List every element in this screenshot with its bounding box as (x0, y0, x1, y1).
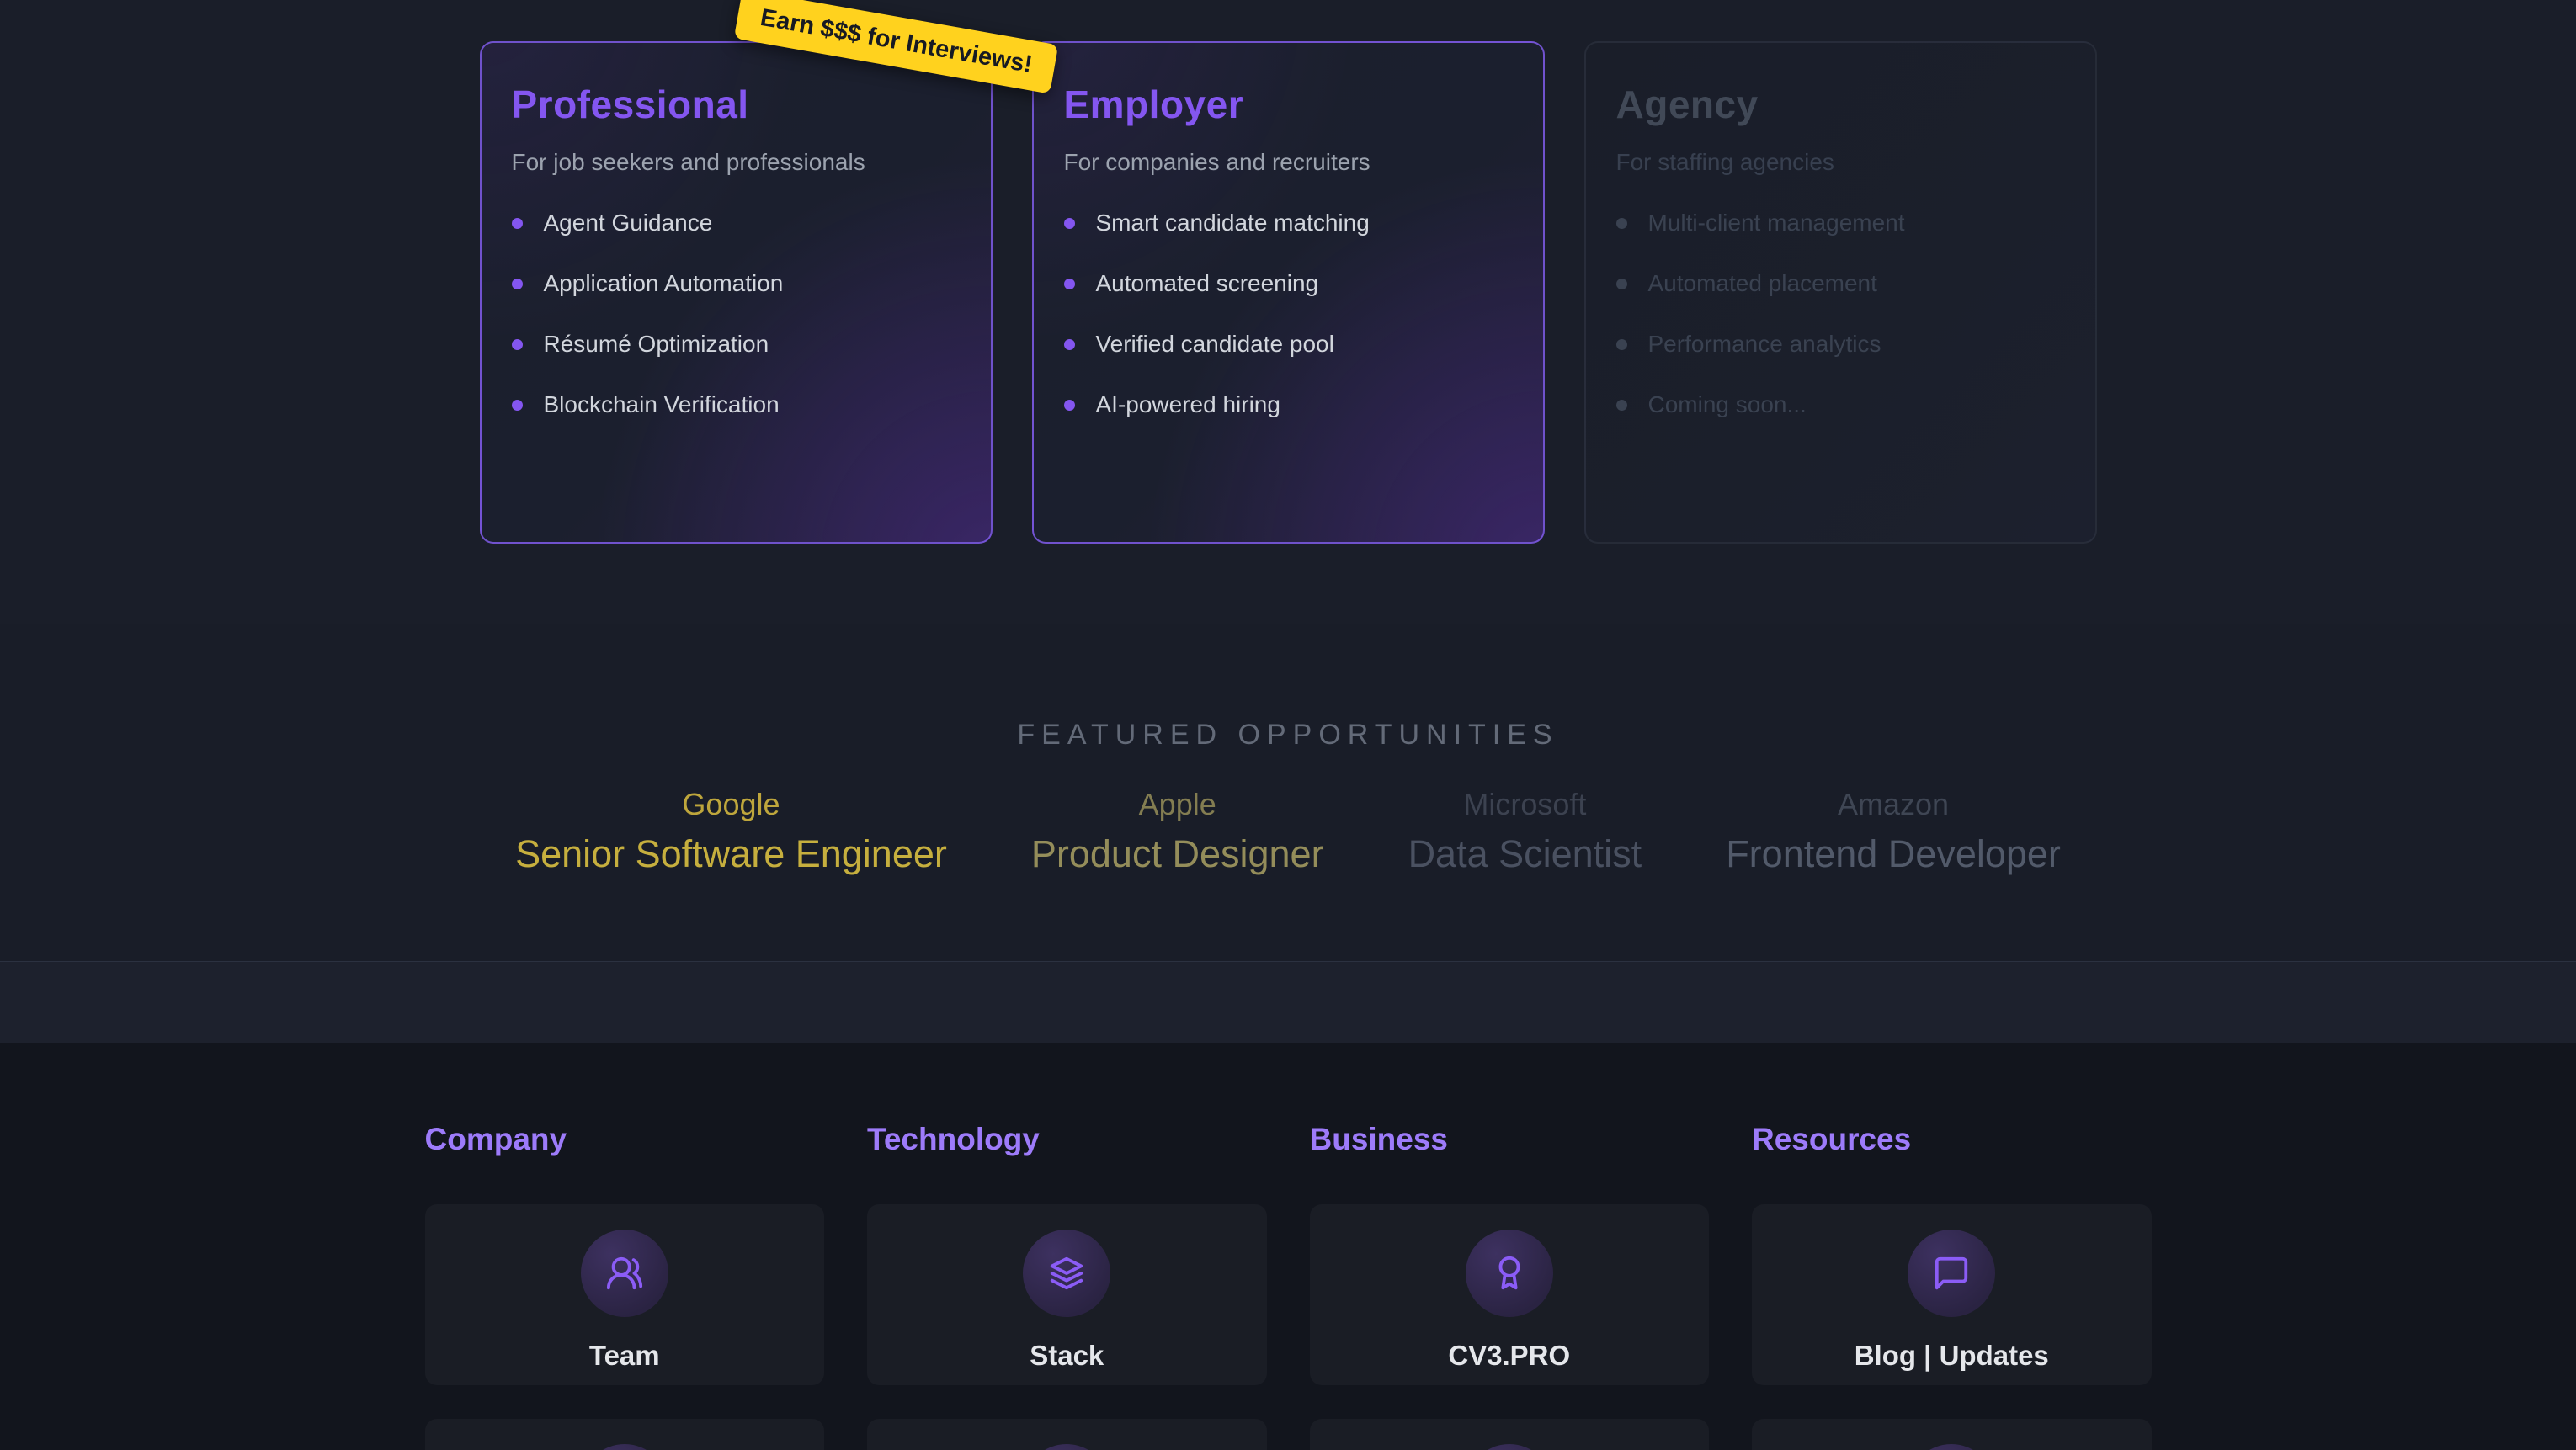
footer-card-team[interactable]: Team (425, 1204, 825, 1385)
bullet-icon (1064, 400, 1075, 411)
footer-card-hidden[interactable] (1310, 1419, 1710, 1450)
job-item-amazon[interactable]: Amazon Frontend Developer (1726, 787, 2061, 876)
job-company: Amazon (1726, 787, 2061, 822)
job-title: Product Designer (1031, 832, 1324, 876)
feature-label: Verified candidate pool (1096, 331, 1334, 358)
footer-card-label: CV3.PRO (1448, 1340, 1570, 1372)
hidden-icon (1466, 1444, 1553, 1450)
footer-card-label: Stack (1030, 1340, 1104, 1372)
feature-item: AI-powered hiring (1064, 388, 1513, 422)
plan-subtitle: For companies and recruiters (1064, 149, 1513, 176)
feature-label: Coming soon... (1648, 391, 1807, 418)
bullet-icon (1064, 218, 1075, 229)
plan-card-professional[interactable]: Earn $$$ for Interviews! Professional Fo… (480, 41, 993, 544)
plan-title: Agency (1616, 82, 2065, 127)
bullet-icon (1616, 400, 1627, 411)
feature-item: Coming soon... (1616, 388, 2065, 422)
job-item-microsoft[interactable]: Microsoft Data Scientist (1408, 787, 1642, 876)
plan-card-agency: Agency For staffing agencies Multi-clien… (1584, 41, 2097, 544)
job-company: Google (515, 787, 947, 822)
feature-item: Performance analytics (1616, 327, 2065, 361)
footer-card-hidden[interactable] (867, 1419, 1267, 1450)
job-title: Frontend Developer (1726, 832, 2061, 876)
feature-item: Automated placement (1616, 267, 2065, 300)
feature-label: Smart candidate matching (1096, 210, 1370, 236)
job-item-google[interactable]: Google Senior Software Engineer (515, 787, 947, 876)
footer-grid: Company Team Technology Stack (425, 1122, 2152, 1450)
spacer-band (0, 962, 2576, 1043)
award-icon (1466, 1230, 1553, 1317)
hidden-icon (1023, 1444, 1110, 1450)
plans-section: Earn $$$ for Interviews! Professional Fo… (0, 0, 2576, 624)
feature-label: Automated screening (1096, 270, 1319, 297)
job-company: Microsoft (1408, 787, 1642, 822)
feature-item: Blockchain Verification (512, 388, 961, 422)
layers-icon (1023, 1230, 1110, 1317)
bullet-icon (512, 339, 523, 350)
feature-item: Automated screening (1064, 267, 1513, 300)
speech-bubble-icon (1908, 1230, 1995, 1317)
plan-subtitle: For job seekers and professionals (512, 149, 961, 176)
plan-subtitle: For staffing agencies (1616, 149, 2065, 176)
plan-card-employer[interactable]: Employer For companies and recruiters Sm… (1032, 41, 1545, 544)
bullet-icon (1616, 339, 1627, 350)
feature-item: Application Automation (512, 267, 961, 300)
featured-section: FEATURED OPPORTUNITIES Google Senior Sof… (0, 624, 2576, 962)
footer-column-header: Technology (867, 1122, 1267, 1157)
footer-column-header: Company (425, 1122, 825, 1157)
users-icon (581, 1230, 668, 1317)
feature-label: Multi-client management (1648, 210, 1905, 236)
plan-features: Smart candidate matching Automated scree… (1064, 206, 1513, 422)
footer-card-stack[interactable]: Stack (867, 1204, 1267, 1385)
feature-label: Blockchain Verification (544, 391, 780, 418)
feature-label: Performance analytics (1648, 331, 1881, 358)
feature-item: Agent Guidance (512, 206, 961, 240)
footer-card-cv3pro[interactable]: CV3.PRO (1310, 1204, 1710, 1385)
plan-title: Employer (1064, 82, 1513, 127)
plan-features: Agent Guidance Application Automation Ré… (512, 206, 961, 422)
hidden-icon (1908, 1444, 1995, 1450)
bullet-icon (1064, 339, 1075, 350)
footer: Company Team Technology Stack (0, 1043, 2576, 1450)
footer-card-hidden[interactable] (1752, 1419, 2152, 1450)
feature-label: Agent Guidance (544, 210, 713, 236)
hidden-icon (581, 1444, 668, 1450)
footer-card-label: Team (589, 1340, 660, 1372)
footer-column-header: Resources (1752, 1122, 2152, 1157)
footer-card-label: Blog | Updates (1855, 1340, 2049, 1372)
earn-badge: Earn $$$ for Interviews! (733, 0, 1058, 94)
feature-item: Résumé Optimization (512, 327, 961, 361)
bullet-icon (1616, 218, 1627, 229)
job-title: Data Scientist (1408, 832, 1642, 876)
footer-column-company: Company Team (425, 1122, 825, 1450)
plan-features: Multi-client management Automated placem… (1616, 206, 2065, 422)
feature-label: AI-powered hiring (1096, 391, 1280, 418)
footer-column-header: Business (1310, 1122, 1710, 1157)
footer-column-resources: Resources Blog | Updates (1752, 1122, 2152, 1450)
job-company: Apple (1031, 787, 1324, 822)
bullet-icon (1616, 279, 1627, 289)
featured-heading: FEATURED OPPORTUNITIES (0, 719, 2576, 752)
plan-cards-row: Earn $$$ for Interviews! Professional Fo… (480, 0, 2097, 544)
bullet-icon (1064, 279, 1075, 289)
bullet-icon (512, 279, 523, 289)
footer-column-technology: Technology Stack (867, 1122, 1267, 1450)
feature-item: Smart candidate matching (1064, 206, 1513, 240)
feature-item: Multi-client management (1616, 206, 2065, 240)
feature-label: Automated placement (1648, 270, 1877, 297)
feature-label: Application Automation (544, 270, 784, 297)
job-item-apple[interactable]: Apple Product Designer (1031, 787, 1324, 876)
jobs-carousel: Google Senior Software Engineer Apple Pr… (0, 787, 2576, 876)
job-title: Senior Software Engineer (515, 832, 947, 876)
footer-column-business: Business CV3.PRO (1310, 1122, 1710, 1450)
footer-card-hidden[interactable] (425, 1419, 825, 1450)
plan-title: Professional (512, 82, 961, 127)
bullet-icon (512, 400, 523, 411)
feature-item: Verified candidate pool (1064, 327, 1513, 361)
bullet-icon (512, 218, 523, 229)
feature-label: Résumé Optimization (544, 331, 769, 358)
footer-card-blog[interactable]: Blog | Updates (1752, 1204, 2152, 1385)
